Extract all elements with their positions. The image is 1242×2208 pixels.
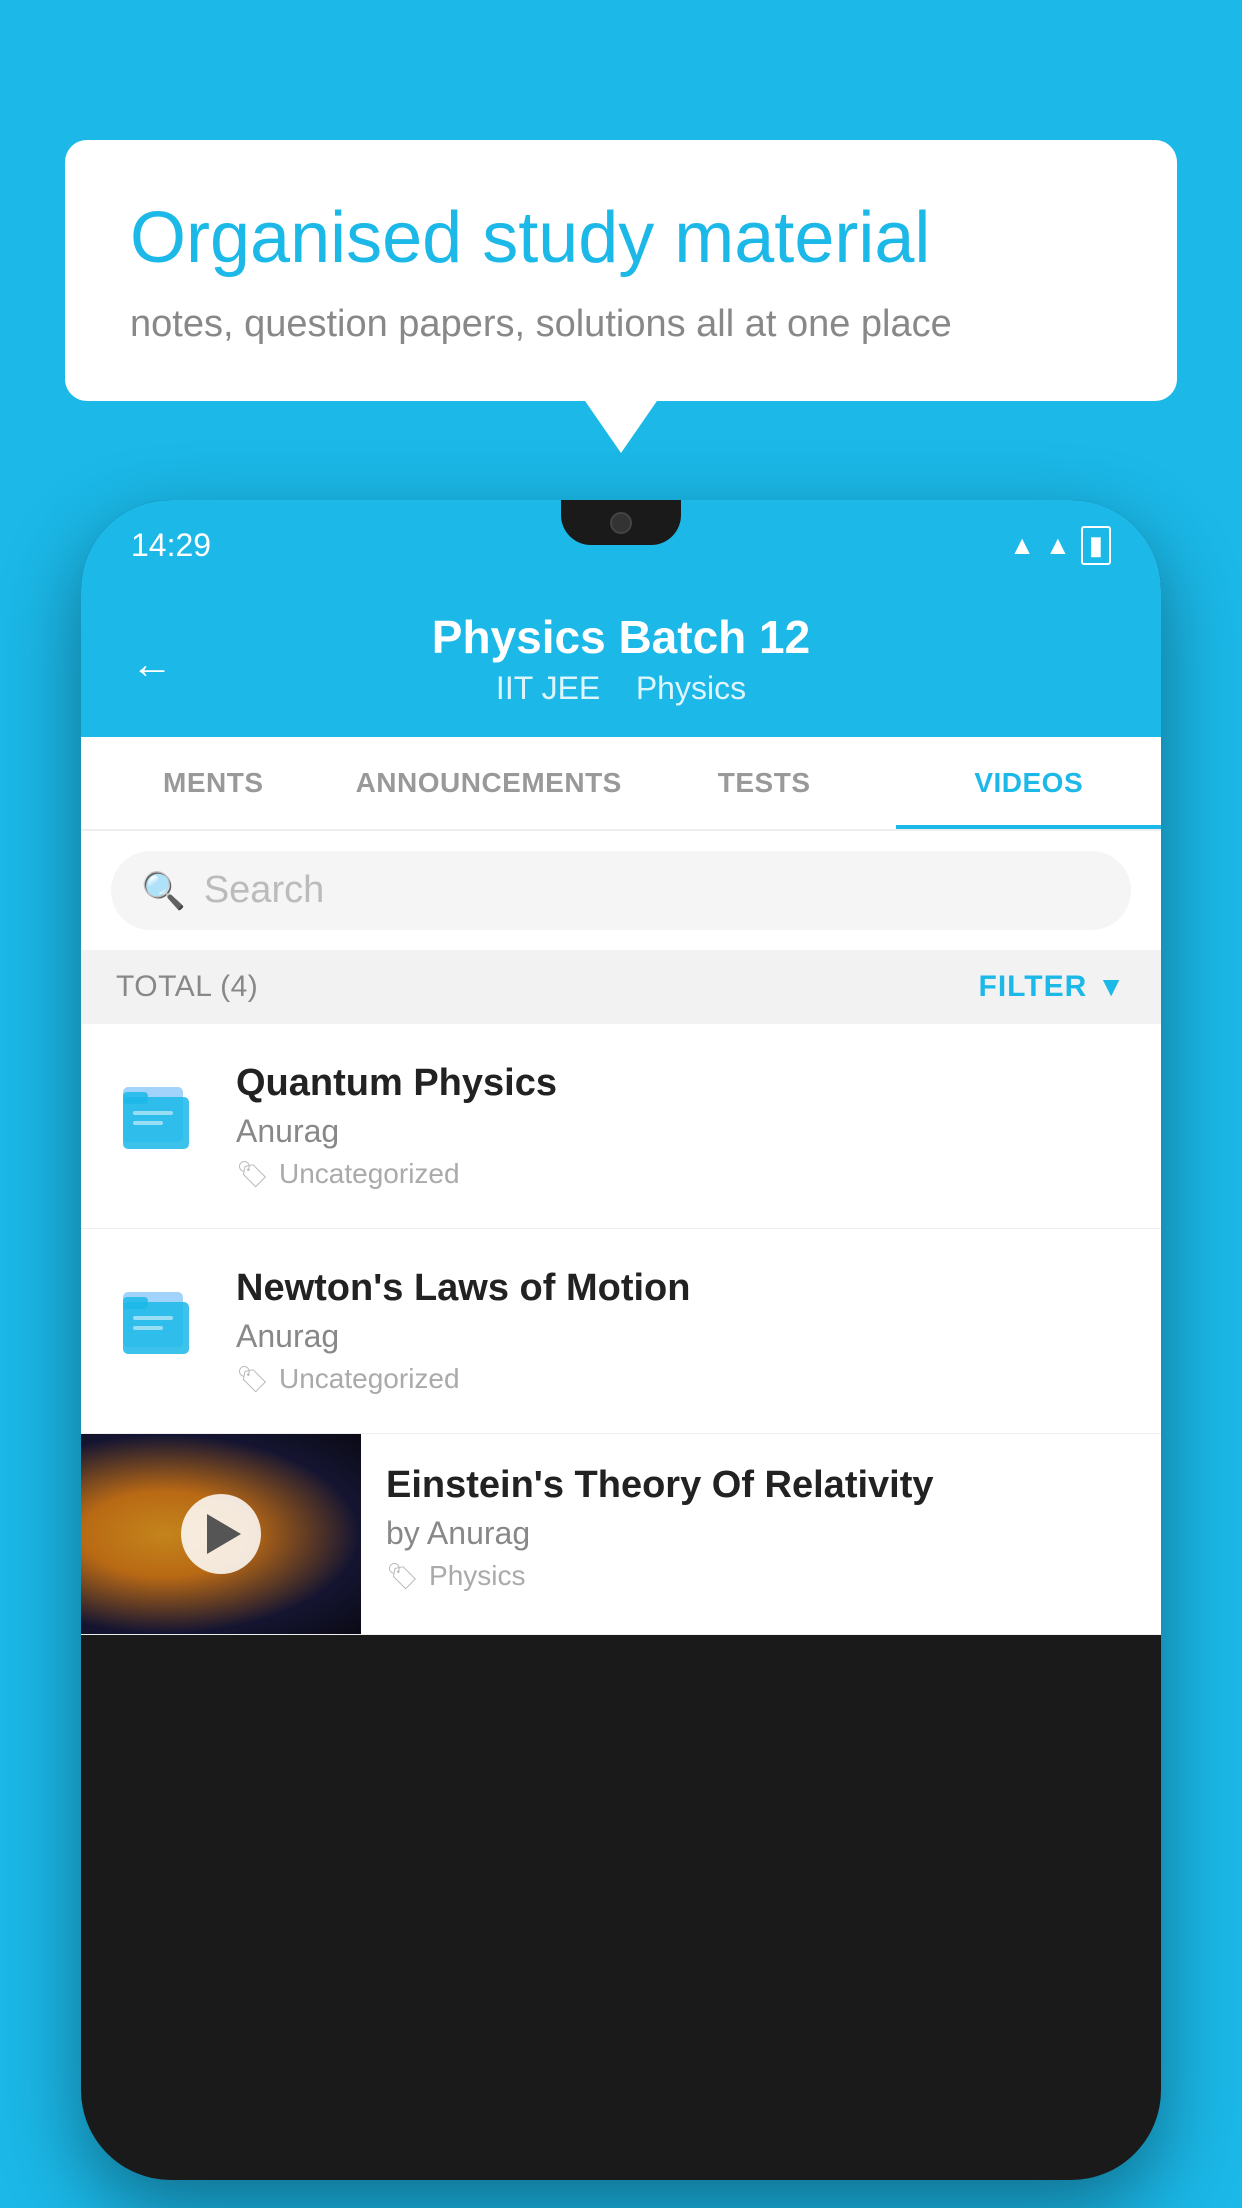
tag-icon: 🏷 (236, 1364, 269, 1395)
filter-label: FILTER (979, 970, 1088, 1004)
app-header: ← Physics Batch 12 IIT JEE Physics (81, 590, 1161, 737)
status-time: 14:29 (131, 527, 211, 564)
tag-icon: 🏷 (236, 1159, 269, 1190)
search-container: 🔍 Search (81, 831, 1161, 950)
tab-announcements[interactable]: ANNOUNCEMENTS (346, 737, 632, 829)
list-item[interactable]: Quantum Physics Anurag 🏷 Uncategorized (81, 1024, 1161, 1229)
search-icon: 🔍 (141, 870, 186, 912)
filter-button[interactable]: FILTER ▼ (979, 970, 1126, 1004)
tab-tests[interactable]: TESTS (632, 737, 897, 829)
list-item[interactable]: Newton's Laws of Motion Anurag 🏷 Uncateg… (81, 1229, 1161, 1434)
wifi-icon: ▲ (1009, 530, 1035, 561)
status-bar: 14:29 ▲ ▲ ▮ (81, 500, 1161, 590)
phone-notch (561, 500, 681, 545)
bubble-subtitle: notes, question papers, solutions all at… (130, 303, 1112, 346)
tag-icon: 🏷 (386, 1561, 419, 1592)
back-button[interactable]: ← (131, 640, 173, 688)
signal-icon: ▲ (1045, 530, 1071, 561)
item-info: Newton's Laws of Motion Anurag 🏷 Uncateg… (236, 1267, 1126, 1395)
total-count: TOTAL (4) (116, 970, 258, 1004)
item-info: Quantum Physics Anurag 🏷 Uncategorized (236, 1062, 1126, 1190)
item-tag: 🏷 Uncategorized (236, 1363, 1126, 1395)
file-folder-icon (121, 1067, 201, 1157)
filter-icon: ▼ (1097, 971, 1126, 1003)
search-bar[interactable]: 🔍 Search (111, 851, 1131, 930)
tab-ments[interactable]: MENTS (81, 737, 346, 829)
file-folder-icon (121, 1272, 201, 1362)
video-title: Einstein's Theory Of Relativity (386, 1464, 1136, 1507)
tab-videos[interactable]: VIDEOS (896, 737, 1161, 829)
status-icons: ▲ ▲ ▮ (1009, 526, 1111, 565)
play-icon (207, 1514, 241, 1554)
tag-label: Uncategorized (279, 1363, 460, 1395)
tabs-bar: MENTS ANNOUNCEMENTS TESTS VIDEOS (81, 737, 1161, 831)
video-tag: 🏷 Physics (386, 1560, 1136, 1592)
video-info: Einstein's Theory Of Relativity by Anura… (361, 1434, 1161, 1622)
phone-body: 14:29 ▲ ▲ ▮ ← Physics Batch 12 IIT JEE P… (81, 500, 1161, 2180)
battery-icon: ▮ (1081, 526, 1111, 565)
list-item-video[interactable]: Einstein's Theory Of Relativity by Anura… (81, 1434, 1161, 1635)
item-author: Anurag (236, 1113, 1126, 1150)
tag-label: Physics (429, 1560, 525, 1592)
video-thumbnail (81, 1434, 361, 1634)
speech-bubble: Organised study material notes, question… (65, 140, 1177, 401)
phone-container: 14:29 ▲ ▲ ▮ ← Physics Batch 12 IIT JEE P… (80, 500, 1162, 2208)
filter-bar: TOTAL (4) FILTER ▼ (81, 950, 1161, 1024)
subtitle-iitjee: IIT JEE (496, 670, 600, 706)
item-icon (116, 1272, 206, 1362)
tag-label: Uncategorized (279, 1158, 460, 1190)
speech-bubble-container: Organised study material notes, question… (65, 140, 1177, 401)
front-camera (610, 512, 632, 534)
video-author: by Anurag (386, 1515, 1136, 1552)
item-author: Anurag (236, 1318, 1126, 1355)
subtitle-physics: Physics (636, 670, 746, 706)
thumbnail-overlay (81, 1434, 361, 1634)
play-button[interactable] (181, 1494, 261, 1574)
item-tag: 🏷 Uncategorized (236, 1158, 1126, 1190)
item-icon (116, 1067, 206, 1157)
item-title: Newton's Laws of Motion (236, 1267, 1126, 1310)
list-container: Quantum Physics Anurag 🏷 Uncategorized (81, 1024, 1161, 1635)
bubble-title: Organised study material (130, 195, 1112, 281)
item-title: Quantum Physics (236, 1062, 1126, 1105)
app-subtitle: IIT JEE Physics (131, 670, 1111, 707)
search-placeholder: Search (204, 869, 324, 912)
app-title: Physics Batch 12 (131, 610, 1111, 664)
